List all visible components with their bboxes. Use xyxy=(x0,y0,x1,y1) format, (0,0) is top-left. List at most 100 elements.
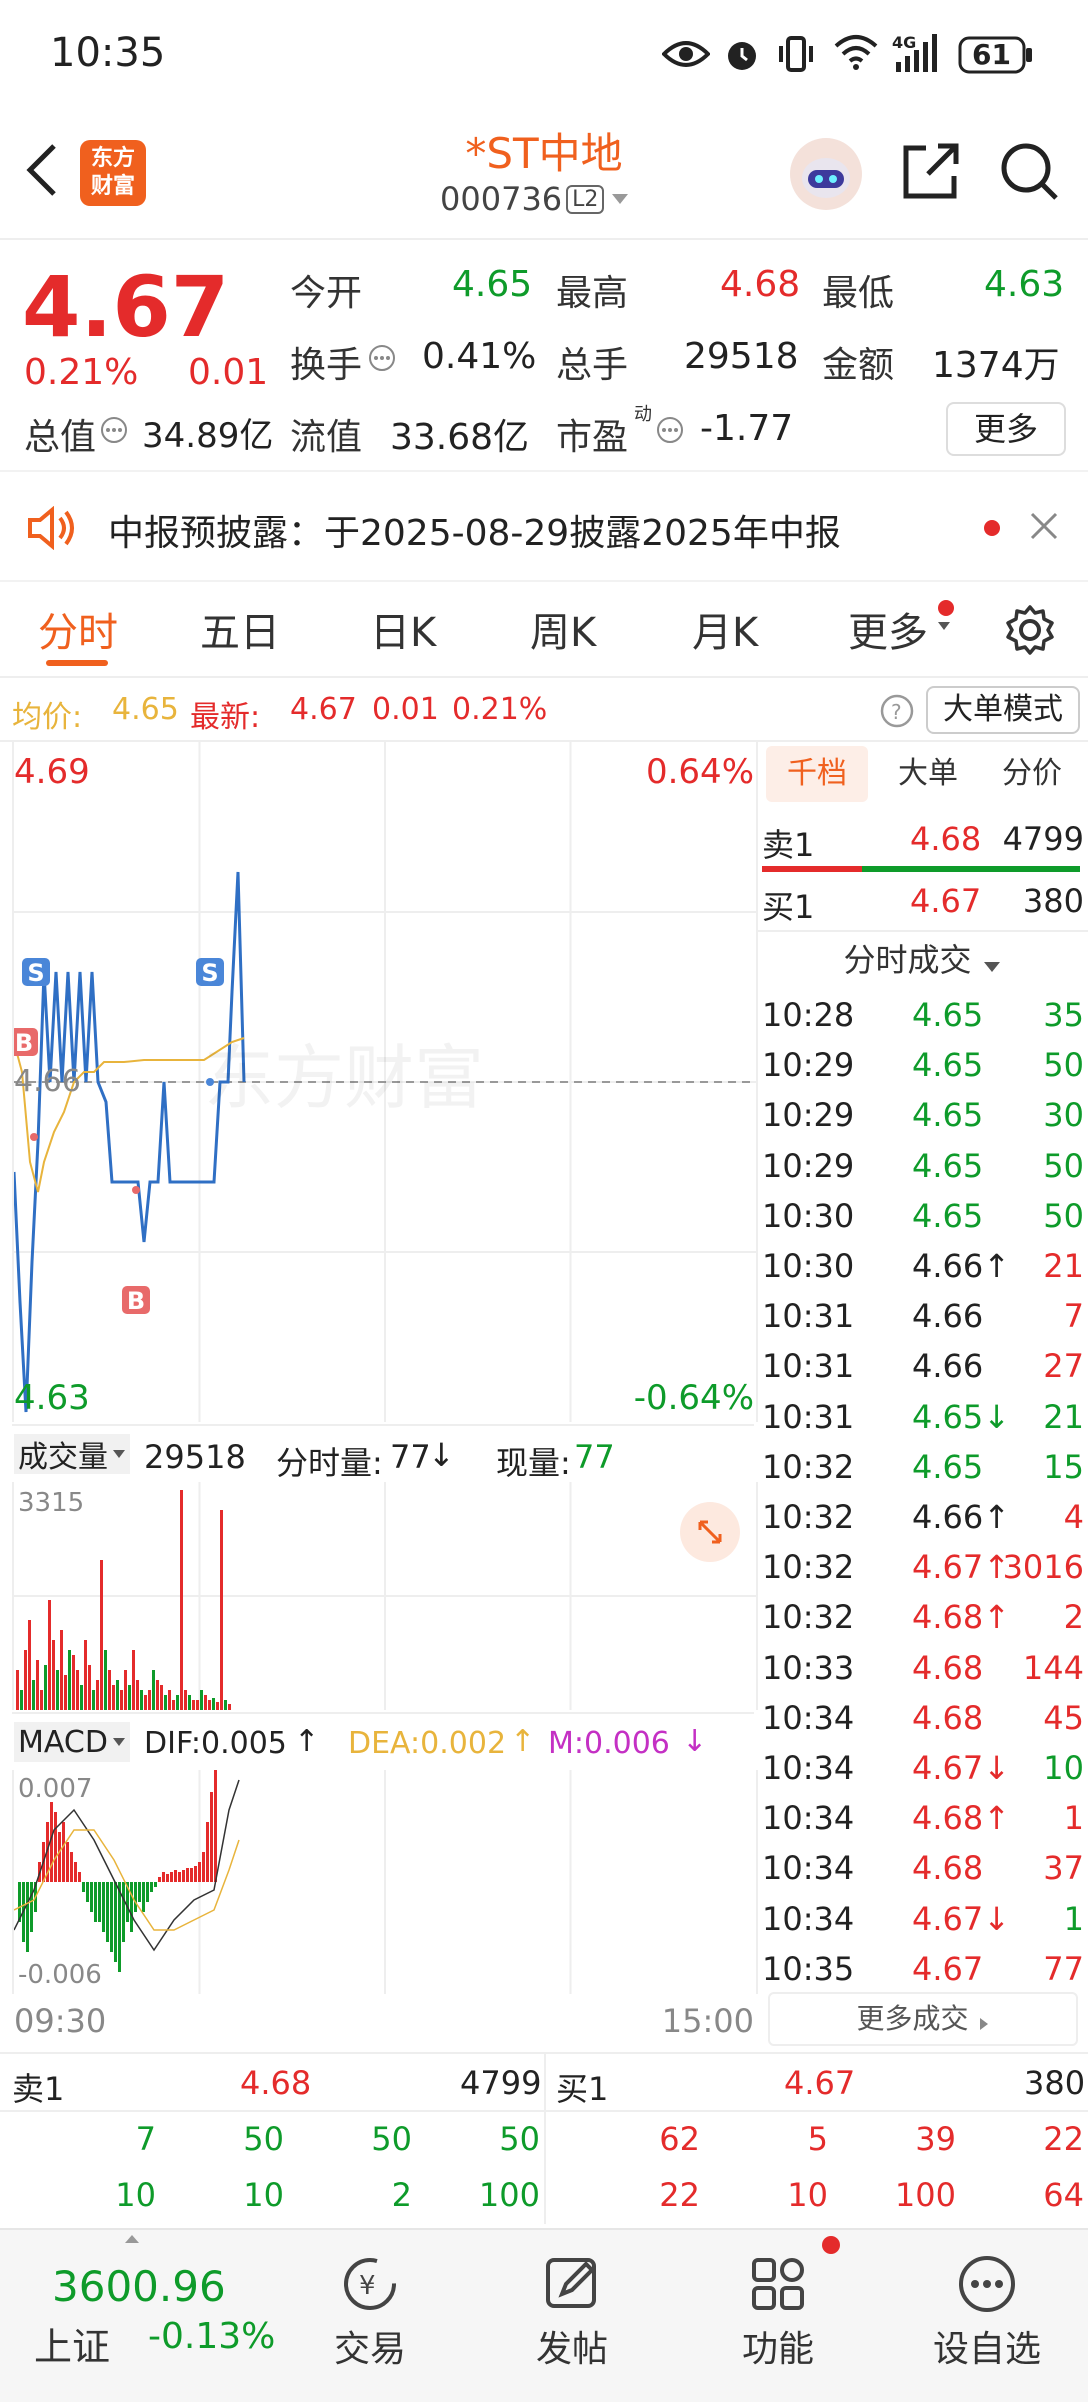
robot-assistant-icon[interactable] xyxy=(788,136,864,212)
search-icon[interactable] xyxy=(998,140,1060,202)
trade-price: 4.65 xyxy=(912,1096,984,1135)
turnover-info-icon[interactable] xyxy=(368,344,396,372)
trade-row: 10:29 4.65 50 xyxy=(756,1040,1088,1090)
macd-bar xyxy=(174,1870,177,1882)
tab-more[interactable]: 更多 xyxy=(848,600,928,658)
trades-header[interactable]: 分时成交 xyxy=(756,930,1088,988)
index-name: 上证 xyxy=(34,2325,111,2369)
avg-value: 4.65 xyxy=(112,692,179,727)
ob-sell-vol: 4799 xyxy=(460,2064,542,2102)
trade-time: 10:31 xyxy=(762,1397,855,1436)
current-price: 4.67 xyxy=(22,258,230,356)
pct-top-label: 0.64% xyxy=(645,752,754,792)
side-tab-price-dist[interactable]: 分价 xyxy=(982,746,1082,802)
nav-trade[interactable]: ¥ 交易 xyxy=(310,2240,430,2390)
gear-icon[interactable] xyxy=(1004,604,1056,656)
time-axis: 09:30 15:00 xyxy=(12,1996,754,2044)
volume-selector[interactable]: 成交量 xyxy=(14,1434,130,1475)
pe-info-icon[interactable] xyxy=(656,416,684,444)
tab-monthly-k[interactable]: 月K xyxy=(692,600,758,658)
trade-row: 10:32 4.65 15 xyxy=(756,1442,1088,1492)
tab-intraday[interactable]: 分时 xyxy=(38,600,118,658)
trade-row: 10:32 4.67↑ 3016 xyxy=(756,1542,1088,1592)
share-icon[interactable] xyxy=(900,140,962,202)
pe-label: 市盈 xyxy=(556,417,629,458)
macd-bar xyxy=(142,1882,145,1912)
volume-bar xyxy=(148,1690,151,1710)
macd-bar xyxy=(98,1882,101,1922)
apps-icon xyxy=(752,2258,804,2310)
tab-daily-k[interactable]: 日K xyxy=(370,600,436,658)
nav-function[interactable]: 功能 xyxy=(718,2240,838,2390)
trade-row: 10:32 4.68↑ 2 xyxy=(756,1592,1088,1642)
index-change: -0.13% xyxy=(148,2316,276,2357)
quote-summary: 4.67 0.21% 0.01 总值 34.89亿 今开 4.65 最高 4.6… xyxy=(0,240,1088,468)
wifi-icon xyxy=(834,34,878,72)
trade-price: 4.68 xyxy=(912,1849,984,1888)
close-icon[interactable] xyxy=(1028,510,1060,542)
stock-code-row[interactable]: 000736 L2 xyxy=(440,180,630,218)
stock-name: *ST中地 xyxy=(465,129,623,178)
macd-bar xyxy=(206,1822,209,1882)
nav-add-watchlist[interactable]: 设自选 xyxy=(912,2240,1062,2390)
trade-time: 10:34 xyxy=(762,1799,855,1838)
high-label: 最高 xyxy=(556,273,629,314)
more-trades-button[interactable]: 更多成交 xyxy=(768,1992,1078,2046)
volume-bar xyxy=(56,1670,59,1710)
macd-bar xyxy=(134,1882,137,1912)
mktcap-more-icon[interactable] xyxy=(100,416,128,444)
trade-volume: 3016 xyxy=(1002,1548,1084,1587)
trade-price: 4.68 xyxy=(912,1648,984,1687)
side-sell1-vol: 4799 xyxy=(1002,820,1084,858)
index-value: 3600.96 xyxy=(52,2262,226,2311)
side-tab-qiandang[interactable]: 千档 xyxy=(766,746,868,802)
volume-bar xyxy=(152,1670,155,1710)
tab-weekly-k[interactable]: 周K xyxy=(530,600,596,658)
trade-volume: 2 xyxy=(1063,1598,1084,1637)
notice-bar[interactable]: 中报预披露：于2025-08-29披露2025年中报 xyxy=(0,470,1088,582)
trade-volume: 27 xyxy=(1043,1347,1084,1386)
macd-bar xyxy=(110,1882,113,1952)
macd-selector[interactable]: MACD xyxy=(14,1722,130,1762)
trade-time: 10:32 xyxy=(762,1498,855,1536)
more-button[interactable]: 更多 xyxy=(946,402,1066,456)
volume-bar xyxy=(28,1620,31,1710)
expand-icon[interactable] xyxy=(678,1500,742,1564)
watermark: 东方财富 xyxy=(204,1037,484,1119)
trades-title: 分时成交 xyxy=(843,941,972,979)
tab-five-day[interactable]: 五日 xyxy=(200,600,280,658)
volume-bar xyxy=(196,1700,199,1710)
macd-bar xyxy=(62,1822,65,1882)
bid-ratio-bar xyxy=(862,866,1080,872)
intraday-chart[interactable]: S S B B 东方财富 4.69 0.64% 4.66 4.63 -0.64% xyxy=(12,742,758,1422)
volume-bar xyxy=(204,1695,207,1710)
trade-price: 4.65 xyxy=(912,996,984,1034)
queue-cell: 10 xyxy=(115,2176,156,2214)
trade-time: 10:30 xyxy=(762,1196,855,1235)
volume-bar xyxy=(36,1660,39,1710)
big-order-mode-button[interactable]: 大单模式 xyxy=(926,686,1080,734)
index-ticker[interactable]: 3600.96 上证 -0.13% xyxy=(0,2250,290,2380)
help-icon[interactable]: ? xyxy=(880,694,914,728)
nav-post-label: 发帖 xyxy=(535,2329,608,2370)
trade-price: 4.65 xyxy=(912,1046,984,1085)
volume-bar xyxy=(220,1510,223,1710)
trade-dot xyxy=(30,1133,38,1141)
trade-price: 4.65 xyxy=(912,1146,984,1185)
trade-time: 10:35 xyxy=(762,1949,855,1988)
trade-row: 10:29 4.65 30 xyxy=(756,1090,1088,1140)
macd-dea-arrow: ↑ xyxy=(510,1724,536,1759)
queue-cell: 100 xyxy=(478,2176,540,2214)
trade-time: 10:32 xyxy=(762,1447,855,1486)
edit-icon xyxy=(546,2258,596,2308)
alarm-icon xyxy=(722,34,762,74)
volume-bar xyxy=(16,1670,19,1710)
volume-chart[interactable]: 3315 xyxy=(12,1482,758,1710)
queue-cell: 5 xyxy=(807,2120,828,2158)
trade-price: 4.65 xyxy=(912,1196,984,1235)
macd-chart[interactable]: 0.007 -0.006 xyxy=(12,1770,758,1994)
nav-post[interactable]: 发帖 xyxy=(512,2240,632,2390)
side-tab-big-orders[interactable]: 大单 xyxy=(878,746,978,802)
back-icon[interactable] xyxy=(22,140,62,200)
trade-time: 10:28 xyxy=(762,996,855,1034)
